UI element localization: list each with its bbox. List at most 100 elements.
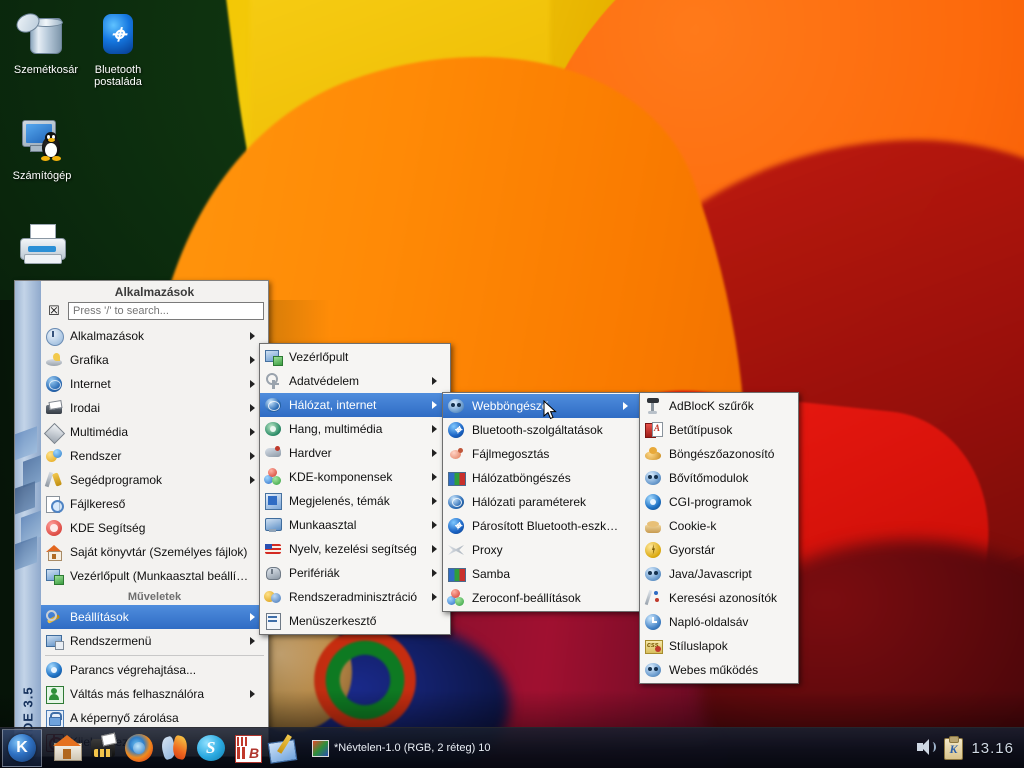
- quick-launch-area: S B: [44, 733, 306, 763]
- clear-search-icon[interactable]: ☒: [45, 303, 63, 319]
- submenu-arrow-icon: [432, 377, 447, 385]
- menu-item-label: Rendszeradminisztráció: [289, 590, 428, 604]
- menu-item[interactable]: Megjelenés, témák: [260, 489, 450, 513]
- menu-item[interactable]: Váltás más felhasználóra: [41, 682, 268, 706]
- menu-item[interactable]: Hardver: [260, 441, 450, 465]
- menu-item[interactable]: Segédprogramok: [41, 468, 268, 492]
- menu-item-label: Napló-oldalsáv: [669, 615, 781, 629]
- menu-item[interactable]: AdBlocK szűrők: [640, 394, 798, 418]
- clock[interactable]: 13.16: [971, 740, 1024, 757]
- menu-item-label: Parancs végrehajtása...: [70, 663, 251, 677]
- menu-item[interactable]: Zeroconf-beállítások: [443, 586, 641, 610]
- network-settings-icon: [447, 493, 466, 511]
- menu-item-label: Beállítások: [70, 610, 246, 624]
- firefox-launcher-icon[interactable]: [124, 733, 154, 763]
- menu-item[interactable]: Samba: [443, 562, 641, 586]
- menu-item[interactable]: Munkaasztal: [260, 513, 450, 537]
- menu-item[interactable]: Fájlmegosztás: [443, 442, 641, 466]
- menu-item[interactable]: Internet: [41, 372, 268, 396]
- cookies-icon: [644, 517, 663, 535]
- menu-item-label: Fájlmegosztás: [472, 447, 624, 461]
- menu-item-label: Cookie-k: [669, 519, 781, 533]
- menu-item[interactable]: Vezérlőpult (Munkaasztal beállítása): [41, 564, 268, 588]
- printer-icon: [18, 222, 66, 272]
- taskbar-panel[interactable]: K S B: [0, 727, 1024, 768]
- desktop-icon-printer[interactable]: [0, 222, 84, 274]
- menu-item-label: Webböngésző: [472, 399, 619, 413]
- menu-item[interactable]: Alkalmazások: [41, 324, 268, 348]
- menu-item[interactable]: ABetűtípusok: [640, 418, 798, 442]
- plugins-icon: [644, 469, 663, 487]
- menu-item[interactable]: KDE Segítség: [41, 516, 268, 540]
- search-input[interactable]: [68, 302, 264, 320]
- kmenu-search-row[interactable]: ☒: [41, 302, 268, 324]
- trash-icon: [22, 12, 70, 62]
- menu-item[interactable]: Hálózat, internet: [260, 393, 450, 417]
- internet-icon: [45, 375, 64, 393]
- menu-item[interactable]: Perifériák: [260, 561, 450, 585]
- task-button[interactable]: *Névtelen-1.0 (RGB, 2 réteg) 10: [306, 737, 497, 759]
- bluetooth-services-icon: ⌖: [447, 421, 466, 439]
- menu-item[interactable]: Fájlkereső: [41, 492, 268, 516]
- menu-item[interactable]: Gyorstár: [640, 538, 798, 562]
- kmenu-title: Alkalmazások: [41, 281, 268, 302]
- menu-item[interactable]: Hálózati paraméterek: [443, 490, 641, 514]
- volume-tray-icon[interactable]: [916, 738, 936, 758]
- menu-item[interactable]: ⌖Párosított Bluetooth-eszközök: [443, 514, 641, 538]
- menu-item[interactable]: ⌖Bluetooth-szolgáltatások: [443, 418, 641, 442]
- menu-item[interactable]: Grafika: [41, 348, 268, 372]
- submenu-settings[interactable]: VezérlőpultAdatvédelemHálózat, internetH…: [259, 343, 451, 635]
- kde-launcher-icon[interactable]: [88, 733, 118, 763]
- office-icon: [45, 399, 64, 417]
- menu-item[interactable]: Java/Javascript: [640, 562, 798, 586]
- menu-item[interactable]: Keresési azonosítók: [640, 586, 798, 610]
- menu-item[interactable]: Hálózatböngészés: [443, 466, 641, 490]
- menu-item[interactable]: Rendszeradminisztráció: [260, 585, 450, 609]
- menu-item[interactable]: Webes működés: [640, 658, 798, 682]
- menu-item-label: Rendszer: [70, 449, 246, 463]
- desktop-icon-label: Bluetooth postaláda: [76, 64, 160, 88]
- kmenu-popup[interactable]: KDE 3.5 Alkalmazások ☒ AlkalmazásokGrafi…: [14, 280, 269, 757]
- network-browsing-icon: [447, 469, 466, 487]
- submenu-network[interactable]: Webböngésző ⌖Bluetooth-szolgáltatások Fájl…: [442, 392, 642, 612]
- menu-item[interactable]: Irodai: [41, 396, 268, 420]
- network-globe-icon: [264, 396, 283, 414]
- menu-item-label: Internet: [70, 377, 246, 391]
- gimp-launcher-icon[interactable]: [160, 733, 190, 763]
- menu-item[interactable]: Rendszer: [41, 444, 268, 468]
- submenu-web-browser[interactable]: AdBlocK szűrőkABetűtípusokBöngészőazonos…: [639, 392, 799, 684]
- menu-item[interactable]: Adatvédelem: [260, 369, 450, 393]
- menu-item[interactable]: Beállítások: [41, 605, 268, 629]
- desktop-icon-computer[interactable]: Számítógép: [0, 118, 84, 182]
- menu-item[interactable]: CGI-programok: [640, 490, 798, 514]
- menu-item[interactable]: Parancs végrehajtása...: [41, 658, 268, 682]
- menu-item[interactable]: Proxy: [443, 538, 641, 562]
- menu-item-label: Keresési azonosítók: [669, 591, 781, 605]
- menu-item[interactable]: Webböngésző: [443, 394, 641, 418]
- menu-item[interactable]: Rendszermenü: [41, 629, 268, 653]
- menu-item[interactable]: Vezérlőpult: [260, 345, 450, 369]
- menu-item[interactable]: Nyelv, kezelési segítség: [260, 537, 450, 561]
- menu-item[interactable]: KDE-komponensek: [260, 465, 450, 489]
- menu-item[interactable]: Saját könyvtár (Személyes fájlok): [41, 540, 268, 564]
- menu-item[interactable]: Napló-oldalsáv: [640, 610, 798, 634]
- bank-launcher-icon[interactable]: B: [232, 733, 262, 763]
- menu-item[interactable]: cssStíluslapok: [640, 634, 798, 658]
- klipper-tray-icon[interactable]: K: [943, 737, 963, 759]
- menu-item-label: Fájlkereső: [70, 497, 251, 511]
- web-behaviour-icon: [644, 661, 663, 679]
- menu-item[interactable]: Hang, multimédia: [260, 417, 450, 441]
- menu-item[interactable]: Cookie-k: [640, 514, 798, 538]
- menu-item-label: Betűtípusok: [669, 423, 781, 437]
- menu-item[interactable]: Menüszerkesztő: [260, 609, 450, 633]
- skype-launcher-icon[interactable]: S: [196, 733, 226, 763]
- desktop-icon-bluetooth-inbox[interactable]: ⌖ Bluetooth postaláda: [76, 12, 160, 88]
- editor-launcher-icon[interactable]: [268, 733, 298, 763]
- control-center-icon: [45, 567, 64, 585]
- kmenu-start-button[interactable]: K: [2, 729, 42, 767]
- gimp-window-icon: [312, 740, 328, 756]
- home-launcher-icon[interactable]: [52, 733, 82, 763]
- menu-item[interactable]: Böngészőazonosító: [640, 442, 798, 466]
- menu-item[interactable]: Bővítőmodulok: [640, 466, 798, 490]
- menu-item[interactable]: Multimédia: [41, 420, 268, 444]
